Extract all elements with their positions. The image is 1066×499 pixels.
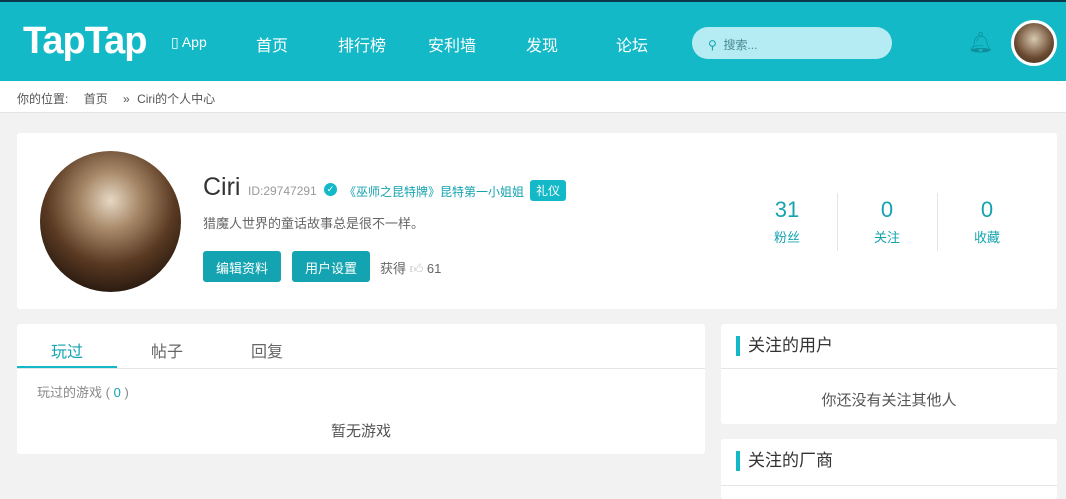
- stat-value: 0: [880, 197, 894, 222]
- following-users-card: 关注的用户 你还没有关注其他人: [721, 324, 1057, 424]
- likes-received: 获得 👍︎ 61: [380, 258, 441, 277]
- following-vendors-card: 关注的厂商: [721, 439, 1057, 499]
- breadcrumb-current: Ciri的个人中心: [137, 92, 216, 106]
- breadcrumb-home[interactable]: 首页: [84, 92, 108, 106]
- paren: (: [105, 385, 110, 400]
- profile-card: Ciri ID:29747291 ✓ 《巫师之昆特牌》昆特第一小姐姐 礼仪 猎魔…: [17, 133, 1057, 309]
- tab-played[interactable]: 玩过: [17, 338, 117, 362]
- user-settings-button[interactable]: 用户设置: [292, 251, 371, 282]
- tab-posts[interactable]: 帖子: [117, 338, 217, 362]
- played-count: 0: [113, 385, 121, 400]
- stat-favorites[interactable]: 0 收藏: [937, 197, 1037, 246]
- stat-label: 收藏: [973, 230, 1000, 245]
- divider: [721, 368, 1057, 369]
- taptap-logo[interactable]: TapTap: [23, 20, 147, 63]
- empty-following-text: 你还没有关注其他人: [821, 392, 957, 409]
- nav-discover[interactable]: 发现: [526, 32, 558, 56]
- played-games-count: 玩过的游戏 ( 0 ): [37, 382, 129, 401]
- following-users-title: 关注的用户: [736, 336, 833, 356]
- stat-fans[interactable]: 31 粉丝: [737, 197, 837, 246]
- search-input[interactable]: ⚲ 搜索...: [692, 27, 892, 59]
- breadcrumb-label: 你的位置:: [17, 92, 69, 106]
- following-vendors-title: 关注的厂商: [736, 451, 833, 471]
- profile-bio: 猎魔人世界的童话故事总是很不一样。: [203, 216, 425, 231]
- verified-icon: ✓: [324, 183, 337, 196]
- divider: [17, 368, 705, 369]
- stat-value: 0: [980, 197, 994, 222]
- activity-card: 玩过 帖子 回复 玩过的游戏 ( 0 ) 暂无游戏: [17, 324, 705, 454]
- stat-value: 31: [774, 197, 800, 222]
- paren: ): [124, 385, 129, 400]
- stat-label: 粉丝: [773, 230, 800, 245]
- thumbs-up-icon: 👍︎: [409, 261, 424, 276]
- stat-following[interactable]: 0 关注: [837, 197, 937, 246]
- played-label: 玩过的游戏: [37, 385, 103, 400]
- likes-count: 61: [426, 261, 442, 276]
- breadcrumb: 你的位置: 首页 » Ciri的个人中心: [0, 81, 1066, 113]
- profile-badge: 礼仪: [530, 180, 567, 201]
- search-icon: ⚲: [708, 38, 717, 52]
- stat-label: 关注: [873, 230, 900, 245]
- nav-ranking[interactable]: 排行榜: [338, 32, 386, 56]
- top-nav-bar: TapTap ▯ App 首页 排行榜 安利墙 发现 论坛 ⚲ 搜索... 🔔︎: [0, 0, 1066, 81]
- phone-icon: ▯: [171, 34, 179, 50]
- nav-recommend-wall[interactable]: 安利墙: [428, 32, 476, 56]
- profile-id: ID:29747291: [248, 184, 317, 198]
- profile-avatar: [40, 151, 181, 292]
- nav-home[interactable]: 首页: [256, 32, 288, 56]
- user-avatar[interactable]: [1011, 20, 1057, 66]
- divider: [721, 485, 1057, 486]
- empty-games-text: 暂无游戏: [330, 423, 391, 440]
- profile-name: Ciri: [203, 173, 241, 201]
- breadcrumb-separator: »: [123, 92, 130, 106]
- profile-title[interactable]: 《巫师之昆特牌》昆特第一小姐姐: [344, 183, 524, 200]
- bell-icon[interactable]: 🔔︎: [968, 30, 993, 55]
- search-placeholder: 搜索...: [723, 38, 758, 52]
- nav-forum[interactable]: 论坛: [616, 32, 648, 56]
- nav-app[interactable]: ▯ App: [171, 34, 207, 51]
- likes-label: 获得: [380, 261, 407, 276]
- nav-app-label: App: [181, 34, 207, 50]
- edit-profile-button[interactable]: 编辑资料: [203, 251, 282, 282]
- tab-replies[interactable]: 回复: [217, 338, 317, 362]
